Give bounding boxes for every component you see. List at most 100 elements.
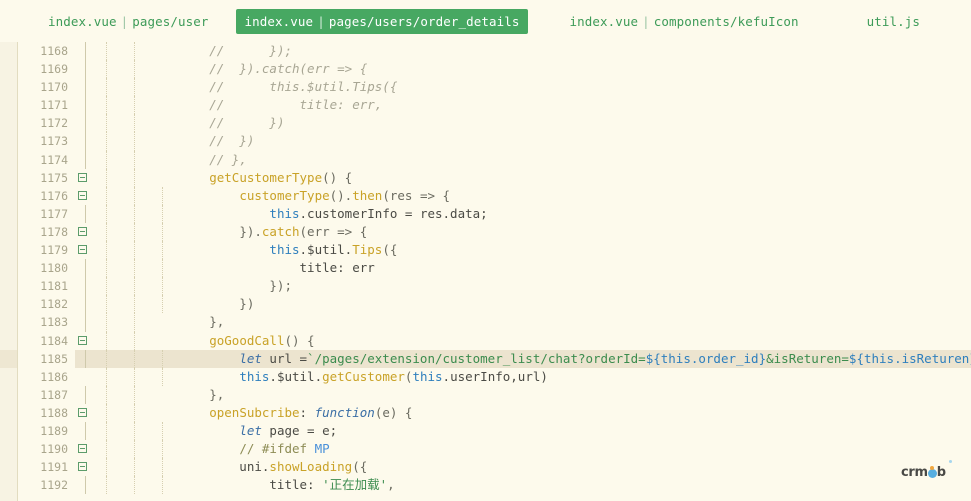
tab-file-path: pages/user — [132, 13, 209, 29]
line-number: 1180 — [40, 261, 68, 276]
code-token: // #ifdef — [239, 441, 315, 457]
line-number: 1181 — [40, 279, 68, 294]
code-line[interactable]: 1176 customerType().then(res => { — [0, 186, 971, 205]
code-line[interactable]: 1179 this.$util.Tips({ — [0, 241, 971, 260]
code-token: getCustomerType — [209, 169, 323, 185]
fold-region-guide — [85, 295, 86, 314]
indent-guide — [134, 277, 135, 296]
code-token: .$util. — [269, 368, 323, 384]
code-token: ${this.isReturen} — [848, 350, 971, 366]
tab-file-name: index.vue — [244, 13, 314, 29]
code-line[interactable]: 1181 }); — [0, 277, 971, 296]
code-fold-toggle-icon[interactable] — [78, 172, 87, 182]
code-line[interactable]: 1184 goGoodCall() { — [0, 331, 971, 350]
code-line[interactable]: 1175 getCustomerType() { — [0, 168, 971, 187]
code-text: goGoodCall() { — [149, 332, 314, 350]
code-line[interactable]: 1168 // }); — [0, 42, 971, 61]
indent-guide — [106, 204, 107, 223]
code-fold-toggle-icon[interactable] — [78, 226, 87, 236]
indent-guide — [106, 277, 107, 296]
code-line-list: 1168 // }); 1169 // }).catch(err => {1170… — [0, 42, 971, 495]
editor-tab-pages-users-order-details[interactable]: index.vue | pages/users/order_details — [235, 8, 529, 34]
indent-guide — [134, 295, 135, 314]
code-fold-toggle-icon[interactable] — [78, 335, 87, 345]
code-line[interactable]: 1171 // title: err, — [0, 96, 971, 115]
code-line[interactable]: 1183 }, — [0, 313, 971, 332]
code-token: this — [269, 242, 300, 258]
indent-guide — [106, 476, 107, 495]
code-token: .$util. — [299, 242, 353, 258]
indent-guide — [134, 222, 135, 242]
code-token: &isReturen= — [766, 350, 849, 366]
fold-region-guide — [85, 150, 86, 169]
code-fold-toggle-icon[interactable] — [78, 407, 87, 417]
code-fold-toggle-icon[interactable] — [78, 245, 87, 255]
code-line[interactable]: 1170 // this.$util.Tips({ — [0, 78, 971, 97]
line-number: 1190 — [40, 442, 68, 457]
code-line[interactable]: 1182 }) — [0, 295, 971, 314]
code-line[interactable]: 1174 // }, — [0, 150, 971, 169]
code-line[interactable]: 1169 // }).catch(err => { — [0, 60, 971, 79]
tab-file-name: util.js — [866, 13, 921, 29]
code-line[interactable]: 1185 let url =`/pages/extension/customer… — [0, 349, 971, 368]
code-line[interactable]: 1178 }).catch(err => { — [0, 222, 971, 242]
watermark-dot-icon — [927, 465, 937, 478]
indent-guide — [106, 150, 107, 169]
indent-guide — [106, 440, 107, 459]
editor-window: index.vue | pages/user index.vue | pages/user… — [0, 0, 971, 501]
code-token: let — [239, 422, 262, 438]
line-number: 1189 — [40, 423, 68, 438]
code-line[interactable]: 1190 // #ifdef MP — [0, 440, 971, 459]
watermark-tick-icon — [949, 460, 952, 463]
line-number: 1184 — [40, 333, 68, 348]
code-line[interactable]: 1189 let page = e; — [0, 421, 971, 441]
code-line[interactable]: 1180 title: err — [0, 259, 971, 278]
code-token: catch — [261, 223, 300, 239]
indent-guide — [106, 60, 107, 79]
indent-guide — [106, 385, 107, 404]
code-line[interactable]: 1173 // }) — [0, 132, 971, 151]
line-number: 1192 — [40, 478, 68, 493]
code-token: ({ — [352, 459, 368, 475]
code-fold-toggle-icon[interactable] — [78, 444, 87, 454]
code-line[interactable]: 1191 uni.showLoading({ — [0, 458, 971, 477]
editor-tab-components-kefuIcon[interactable]: index.vue | components/kefuIcon — [560, 9, 807, 34]
fold-region-guide — [85, 78, 86, 97]
fold-region-guide — [85, 259, 86, 278]
editor-tab-bar: index.vue | pages/user index.vue | pages/user… — [0, 0, 971, 42]
fold-region-guide — [85, 421, 86, 441]
indent-guide — [106, 458, 107, 477]
editor-tab-pages-user[interactable]: index.vue | pages/user — [39, 9, 218, 34]
code-line[interactable]: 1177 this.customerInfo = res.data; — [0, 204, 971, 223]
indent-guide — [106, 42, 107, 61]
code-token: .customerInfo = res.data; — [299, 205, 488, 221]
code-token: // title: err, — [209, 97, 383, 113]
code-token: customerType — [239, 187, 330, 203]
fold-region-guide — [85, 132, 86, 151]
code-fold-toggle-icon[interactable] — [78, 190, 87, 200]
code-editor-area[interactable]: 1168 // }); 1169 // }).catch(err => {1170… — [0, 42, 971, 501]
code-line[interactable]: 1172 // }) — [0, 114, 971, 133]
code-line[interactable]: 1192 title: '正在加载', — [0, 476, 971, 495]
code-text: // }) — [149, 132, 254, 150]
indent-guide — [106, 331, 107, 350]
code-text: title: '正在加载', — [149, 476, 394, 494]
indent-guide — [106, 222, 107, 242]
code-line[interactable]: 1187 }, — [0, 385, 971, 404]
editor-tab-util-js[interactable]: util.js — [858, 9, 929, 34]
fold-region-guide — [85, 385, 86, 404]
code-fold-toggle-icon[interactable] — [78, 462, 87, 472]
line-number: 1173 — [40, 134, 68, 149]
indent-guide — [134, 331, 135, 350]
code-line[interactable]: 1188 openSubcribe: function(e) { — [0, 403, 971, 422]
code-token: // this.$util.Tips({ — [209, 79, 398, 95]
code-line[interactable]: 1186 this.$util.getCustomer(this.userInf… — [0, 367, 971, 386]
line-number: 1176 — [40, 188, 68, 203]
code-text: }) — [149, 295, 254, 313]
tab-file-path: pages/users/order_details — [328, 13, 520, 29]
